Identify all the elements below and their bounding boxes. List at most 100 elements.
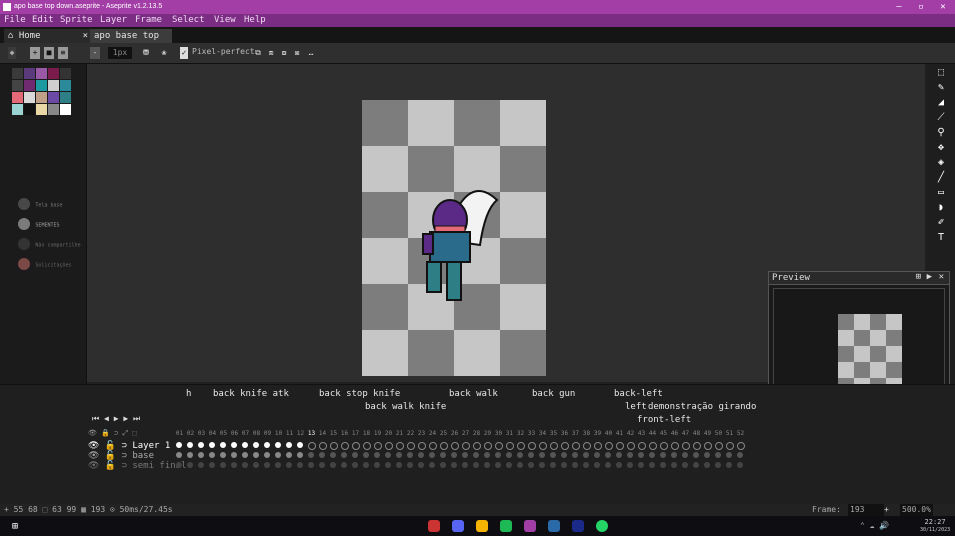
cel[interactable] xyxy=(528,462,534,468)
frame-number[interactable]: 46 xyxy=(669,429,680,438)
cel[interactable] xyxy=(209,452,215,458)
cel[interactable] xyxy=(737,462,743,468)
frame-number[interactable]: 50 xyxy=(713,429,724,438)
cel[interactable] xyxy=(286,442,292,448)
cel[interactable] xyxy=(242,462,248,468)
cel[interactable] xyxy=(539,462,545,468)
cel[interactable] xyxy=(253,442,259,448)
cel[interactable] xyxy=(198,442,204,448)
frame-number[interactable]: 32 xyxy=(515,429,526,438)
frame-number[interactable]: 48 xyxy=(691,429,702,438)
cel[interactable] xyxy=(429,462,435,468)
cel[interactable] xyxy=(528,452,534,458)
frame-number[interactable]: 36 xyxy=(559,429,570,438)
cel[interactable] xyxy=(682,462,688,468)
cel[interactable] xyxy=(231,462,237,468)
frame-number[interactable]: 07 xyxy=(240,429,251,438)
cel[interactable] xyxy=(517,442,525,450)
steam-icon[interactable] xyxy=(548,520,560,532)
cel[interactable] xyxy=(286,462,292,468)
cel[interactable] xyxy=(594,462,600,468)
cel[interactable] xyxy=(627,452,633,458)
cel[interactable] xyxy=(407,462,413,468)
cel[interactable] xyxy=(671,442,679,450)
tag-label[interactable]: demonstração girando xyxy=(648,402,756,412)
preview-close-icon[interactable]: ✕ xyxy=(939,272,944,282)
cel[interactable] xyxy=(176,462,182,468)
contour-tool-icon[interactable]: ◗ xyxy=(934,201,948,214)
cel[interactable] xyxy=(550,452,556,458)
cel[interactable] xyxy=(352,442,360,450)
frame-number[interactable]: 01 xyxy=(174,429,185,438)
frame-number[interactable]: 38 xyxy=(581,429,592,438)
frame-number[interactable]: 20 xyxy=(383,429,394,438)
cel[interactable] xyxy=(627,442,635,450)
frame-number[interactable]: 28 xyxy=(471,429,482,438)
minimize-button[interactable]: – xyxy=(888,0,910,14)
app-icon[interactable] xyxy=(572,520,584,532)
palette-swatch[interactable] xyxy=(24,68,35,79)
cel[interactable] xyxy=(495,452,501,458)
text-tool-icon[interactable]: T xyxy=(934,231,948,244)
frame-number[interactable]: 30 xyxy=(493,429,504,438)
zoom-input[interactable]: 500.0% xyxy=(900,504,933,516)
ink-icon[interactable]: ⛃ xyxy=(140,47,152,59)
system-tray-icons[interactable]: ⌃ ☁ 🔊 xyxy=(860,521,889,530)
cel[interactable] xyxy=(363,452,369,458)
frame-number[interactable]: 41 xyxy=(614,429,625,438)
blur-tool-icon[interactable]: ✐ xyxy=(934,216,948,229)
palette-swatch[interactable] xyxy=(48,68,59,79)
cel[interactable] xyxy=(594,452,600,458)
palette-swatch[interactable] xyxy=(36,92,47,103)
tag-label[interactable]: back gun xyxy=(532,389,575,399)
cel[interactable] xyxy=(374,442,382,450)
cel[interactable] xyxy=(715,462,721,468)
cel[interactable] xyxy=(440,462,446,468)
cel[interactable] xyxy=(649,452,655,458)
cel[interactable] xyxy=(517,452,523,458)
menu-edit[interactable]: Edit xyxy=(32,14,54,27)
cel[interactable] xyxy=(616,442,624,450)
cel[interactable] xyxy=(484,452,490,458)
cel[interactable] xyxy=(385,452,391,458)
cel[interactable] xyxy=(693,452,699,458)
cel[interactable] xyxy=(176,452,182,458)
palette-swatch[interactable] xyxy=(24,104,35,115)
tag-label[interactable]: back knife atk xyxy=(213,389,289,399)
cel[interactable] xyxy=(550,462,556,468)
cel[interactable] xyxy=(726,442,734,450)
cel[interactable] xyxy=(638,452,644,458)
brush-square-icon[interactable]: ■ xyxy=(44,47,54,59)
frame-number[interactable]: 16 xyxy=(339,429,350,438)
cel[interactable] xyxy=(583,442,591,450)
cel[interactable] xyxy=(638,442,646,450)
layer-row[interactable]: 👁 🔓 ⊃ base xyxy=(88,451,154,461)
frame-number[interactable]: 35 xyxy=(548,429,559,438)
play-icon[interactable]: ▶ xyxy=(114,414,119,423)
brush-type-icon[interactable]: ◆ xyxy=(8,47,16,59)
cel[interactable] xyxy=(550,442,558,450)
menu-view[interactable]: View xyxy=(214,14,236,27)
cel[interactable] xyxy=(352,452,358,458)
cel[interactable] xyxy=(418,462,424,468)
cel[interactable] xyxy=(220,442,226,448)
frame-number[interactable]: 03 xyxy=(196,429,207,438)
cel[interactable] xyxy=(495,462,501,468)
menu-frame[interactable]: Frame xyxy=(135,14,162,27)
menu-select[interactable]: Select xyxy=(172,14,205,27)
eraser-tool-icon[interactable]: ◢ xyxy=(934,96,948,109)
palette-swatch[interactable] xyxy=(12,104,23,115)
frame-number[interactable]: 23 xyxy=(416,429,427,438)
cel[interactable] xyxy=(484,462,490,468)
cel[interactable] xyxy=(319,442,327,450)
brush-line-icon[interactable]: ≡ xyxy=(58,47,68,59)
cel[interactable] xyxy=(264,462,270,468)
cel[interactable] xyxy=(220,462,226,468)
cel[interactable] xyxy=(286,452,292,458)
cel[interactable] xyxy=(297,452,303,458)
cel[interactable] xyxy=(605,452,611,458)
palette-swatch[interactable] xyxy=(48,104,59,115)
cel[interactable] xyxy=(660,452,666,458)
cel[interactable] xyxy=(561,442,569,450)
frame-number[interactable]: 27 xyxy=(460,429,471,438)
